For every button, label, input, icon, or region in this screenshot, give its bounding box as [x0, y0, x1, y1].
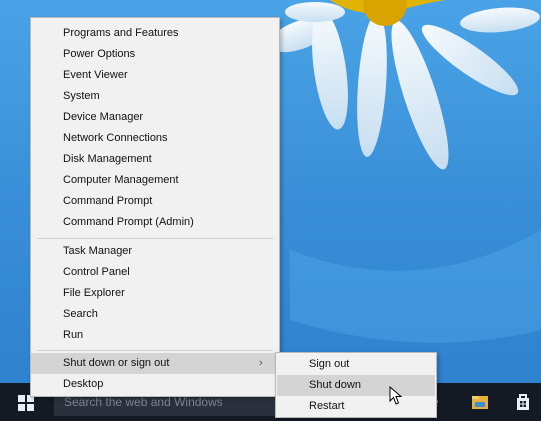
menu-item-power-options[interactable]: Power Options	[31, 44, 279, 65]
shutdown-submenu: Sign out Shut down Restart	[275, 352, 437, 418]
menu-item-task-manager[interactable]: Task Manager	[31, 241, 279, 262]
menu-item-event-viewer[interactable]: Event Viewer	[31, 65, 279, 86]
menu-separator	[37, 350, 273, 351]
menu-item-file-explorer[interactable]: File Explorer	[31, 283, 279, 304]
menu-item-network-connections[interactable]: Network Connections	[31, 128, 279, 149]
menu-item-control-panel[interactable]: Control Panel	[31, 262, 279, 283]
menu-item-command-prompt-admin[interactable]: Command Prompt (Admin)	[31, 212, 279, 233]
menu-separator	[37, 238, 273, 239]
menu-item-device-manager[interactable]: Device Manager	[31, 107, 279, 128]
menu-item-run[interactable]: Run	[31, 325, 279, 346]
menu-item-label: Shut down or sign out	[63, 357, 170, 369]
menu-item-search[interactable]: Search	[31, 304, 279, 325]
menu-item-programs-and-features[interactable]: Programs and Features	[31, 23, 279, 44]
file-explorer-icon[interactable]	[470, 392, 490, 412]
menu-item-command-prompt[interactable]: Command Prompt	[31, 191, 279, 212]
mouse-cursor-icon	[389, 386, 403, 405]
menu-item-desktop[interactable]: Desktop	[31, 374, 279, 395]
menu-item-disk-management[interactable]: Disk Management	[31, 149, 279, 170]
chevron-right-icon: ›	[259, 357, 263, 369]
menu-item-system[interactable]: System	[31, 86, 279, 107]
windows-start-icon[interactable]	[18, 395, 34, 411]
menu-item-computer-management[interactable]: Computer Management	[31, 170, 279, 191]
search-placeholder: Search the web and Windows	[64, 395, 223, 409]
submenu-item-restart[interactable]: Restart	[277, 396, 435, 417]
menu-item-shut-down-or-sign-out[interactable]: Shut down or sign out ›	[31, 353, 279, 374]
power-user-menu: Programs and Features Power Options Even…	[30, 17, 280, 397]
submenu-item-shut-down[interactable]: Shut down	[277, 375, 435, 396]
store-icon[interactable]	[513, 392, 533, 412]
submenu-item-sign-out[interactable]: Sign out	[277, 354, 435, 375]
